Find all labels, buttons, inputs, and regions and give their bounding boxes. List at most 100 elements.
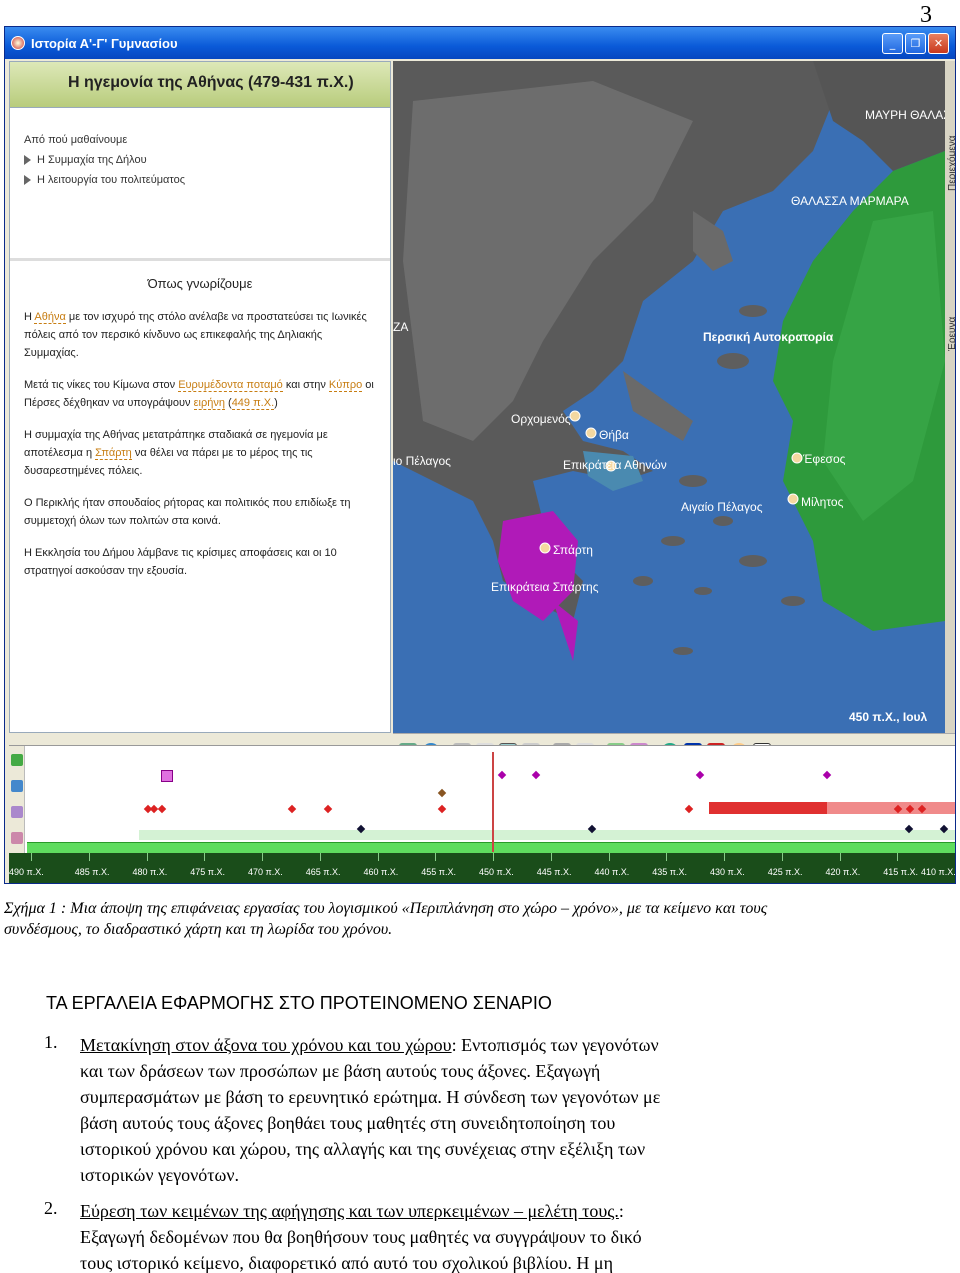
item-2-line-2: Εξαγωγή δεδομένων που θα βοηθήσουν τους … [80, 1227, 642, 1247]
label-sparta-state: Επικράτεια Σπάρτης [491, 580, 599, 594]
label-athens-state: Επικράτεια Αθηνών [563, 458, 667, 472]
timeline-cursor[interactable] [492, 752, 494, 852]
label-black-sea: ΜΑΥΡΗ ΘΑΛΑΣΣΑ [865, 108, 945, 122]
event-marker[interactable] [437, 804, 447, 814]
event-marker[interactable] [437, 788, 447, 798]
label-marmara: ΘΑΛΑΣΣΑ ΜΑΡΜΑΡΑ [791, 194, 909, 208]
restore-button[interactable]: ❐ [905, 32, 926, 54]
label-efesos: Έφεσος [802, 452, 846, 466]
triangle-icon [24, 175, 31, 185]
link-athens[interactable]: Αθήνα [34, 311, 66, 324]
timeline-tick-mark [319, 853, 321, 861]
interactive-map[interactable]: ΜΑΥΡΗ ΘΑΛΑΣΣΑ ΘΑΛΑΣΣΑ ΜΑΡΜΑΡΑ Περσική Αυ… [393, 61, 945, 733]
land-euboea [623, 371, 693, 441]
event-marker[interactable] [531, 770, 541, 780]
event-marker[interactable] [684, 804, 694, 814]
figure-caption: Σχήμα 1 : Μια άποψη της επιφάνειας εργασ… [4, 900, 768, 938]
timeline-tool-icon[interactable] [11, 754, 23, 766]
timeline-axis: 490 π.Χ. 485 π.Χ. 480 π.Χ. 475 π.Χ. 470 π.Χ.… [9, 853, 956, 883]
item-2-line-1: Εύρεση των κειμένων της αφήγησης και των… [80, 1201, 624, 1221]
timeline-tick-mark [204, 853, 206, 861]
source-link-delos[interactable]: Η Συμμαχία της Δήλου [24, 154, 185, 166]
timeline-tick-label: 465 π.Χ. [305, 867, 341, 877]
divider [10, 258, 390, 261]
event-marker[interactable] [323, 804, 333, 814]
timeline-tick-mark [146, 853, 148, 861]
timeline-tick-mark [608, 853, 610, 861]
text-panel: Η ηγεμονία της Αθήνας (479-431 π.Χ.) Από… [9, 61, 391, 733]
city-thiva [585, 427, 597, 439]
timeline-tick-label: 450 π.Χ. [479, 867, 514, 877]
timeline-tick-mark [435, 853, 437, 861]
label-orchomenos: Ορχομενός [511, 412, 571, 426]
city-militos [787, 493, 799, 505]
timeline-tick-label: 460 π.Χ. [363, 867, 399, 877]
label-thiva: Θήβα [599, 428, 629, 442]
timeline-tick-label: 435 π.Χ. [652, 867, 687, 877]
event-marker[interactable] [822, 770, 832, 780]
minimize-button[interactable]: _ [882, 32, 903, 54]
tab-research[interactable]: Έρευνα [947, 317, 956, 352]
link-cyprus[interactable]: Κύπρο [328, 379, 363, 392]
paragraph-5: Η Εκκλησία του Δήμου λάμβανε τις κρίσιμε… [24, 547, 337, 577]
timeline-tools [9, 746, 25, 856]
map-date: 450 π.Χ., Ιουλ [849, 710, 928, 724]
timeline[interactable] [9, 745, 955, 856]
item-2-title: Εύρεση των κειμένων της αφήγησης και των… [80, 1201, 619, 1221]
timeline-tick-label: 455 π.Χ. [421, 867, 456, 877]
timeline-tick-label: 490 π.Χ. [9, 867, 44, 877]
item-1-number: 1. [44, 1032, 58, 1052]
label-persia: Περσική Αυτοκρατορία [703, 330, 834, 344]
tab-contents[interactable]: Περιεχόμενα [946, 135, 956, 191]
timeline-tick-label: 425 π.Χ. [767, 867, 803, 877]
timeline-tick-mark [262, 853, 263, 861]
close-button[interactable]: ✕ [928, 32, 949, 54]
city-orchomenos [569, 410, 581, 422]
timeline-tick-label: 480 π.Χ. [132, 867, 168, 877]
timeline-tick-mark [666, 853, 668, 861]
period-bar-pink[interactable] [827, 802, 955, 814]
source-link-polity[interactable]: Η λειτουργία του πολιτεύματος [24, 174, 185, 186]
paragraph-3: Η συμμαχία της Αθήνας μετατράπηκε σταδια… [24, 429, 328, 477]
event-marker[interactable] [157, 804, 167, 814]
timeline-tick-mark [955, 853, 956, 861]
link-peace[interactable]: ειρήνη [193, 397, 225, 410]
window-title: Ιστορία Α'-Γ' Γυμνασίου [31, 35, 178, 51]
side-tabs[interactable]: Περιεχόμενα Έρευνα [945, 61, 956, 733]
map-canvas[interactable]: ΜΑΥΡΗ ΘΑΛΑΣΣΑ ΘΑΛΑΣΣΑ ΜΑΡΜΑΡΑ Περσική Αυ… [393, 61, 945, 733]
timeline-tick-label: 485 π.Χ. [74, 867, 110, 877]
event-marker[interactable] [497, 770, 507, 780]
app-window: Ιστορία Α'-Γ' Γυμνασίου _ ❐ ✕ Η ηγεμονία… [4, 26, 956, 884]
item-1-line-1: Μετακίνηση στον άξονα του χρόνου και του… [80, 1035, 659, 1055]
item-2-number: 2. [44, 1198, 58, 1218]
period-bar-lightgreen[interactable] [139, 830, 955, 840]
city-efesos [791, 452, 803, 464]
event-marker[interactable] [695, 770, 705, 780]
period-bar-red[interactable] [709, 802, 827, 814]
link-eurymedon[interactable]: Ευρυμέδοντα ποταμό [178, 379, 283, 392]
event-marker[interactable] [287, 804, 297, 814]
link-sparta[interactable]: Σπάρτη [95, 447, 132, 460]
timeline-tick-mark [88, 853, 90, 861]
event-marker-square[interactable] [161, 770, 173, 782]
timeline-tool-icon[interactable] [11, 780, 23, 792]
label-militos: Μίλητος [801, 495, 844, 509]
timeline-tick-label: 475 π.Χ. [190, 867, 225, 877]
section-heading: ΤΑ ΕΡΓΑΛΕΙΑ ΕΦΑΡΜΟΓΗΣ ΣΤΟ ΠΡΟΤΕΙΝΟΜΕΝΟ Σ… [46, 993, 552, 1013]
item-1-title: Μετακίνηση στον άξονα του χρόνου και του… [80, 1035, 452, 1055]
page-number: 3 [920, 2, 932, 28]
timeline-tick-label: 410 π.Χ. [921, 867, 956, 877]
link-449[interactable]: 449 π.Χ. [231, 397, 275, 410]
timeline-tick-mark [31, 853, 32, 861]
timeline-tool-icon[interactable] [11, 806, 23, 818]
timeline-tick-label: 415 π.Χ. [883, 867, 918, 877]
label-sparti: Σπάρτη [553, 543, 593, 557]
label-aegean: Αιγαίο Πέλαγος [681, 500, 763, 514]
title-bar: Ιστορία Α'-Γ' Γυμνασίου _ ❐ ✕ [5, 27, 955, 59]
paragraph-2: Μετά τις νίκες του Κίμωνα στον Ευρυμέδον… [24, 379, 374, 410]
city-sparti [539, 542, 551, 554]
item-1-line-2: και των δράσεων των προσώπων με βάση αυτ… [80, 1061, 601, 1081]
timeline-tool-icon[interactable] [11, 832, 23, 844]
item-1-line-4: βάση αυτούς τους άξονες βοηθάει τους μαθ… [80, 1113, 616, 1133]
side-tab-labels[interactable]: Περιεχόμενα Έρευνα [945, 61, 956, 733]
